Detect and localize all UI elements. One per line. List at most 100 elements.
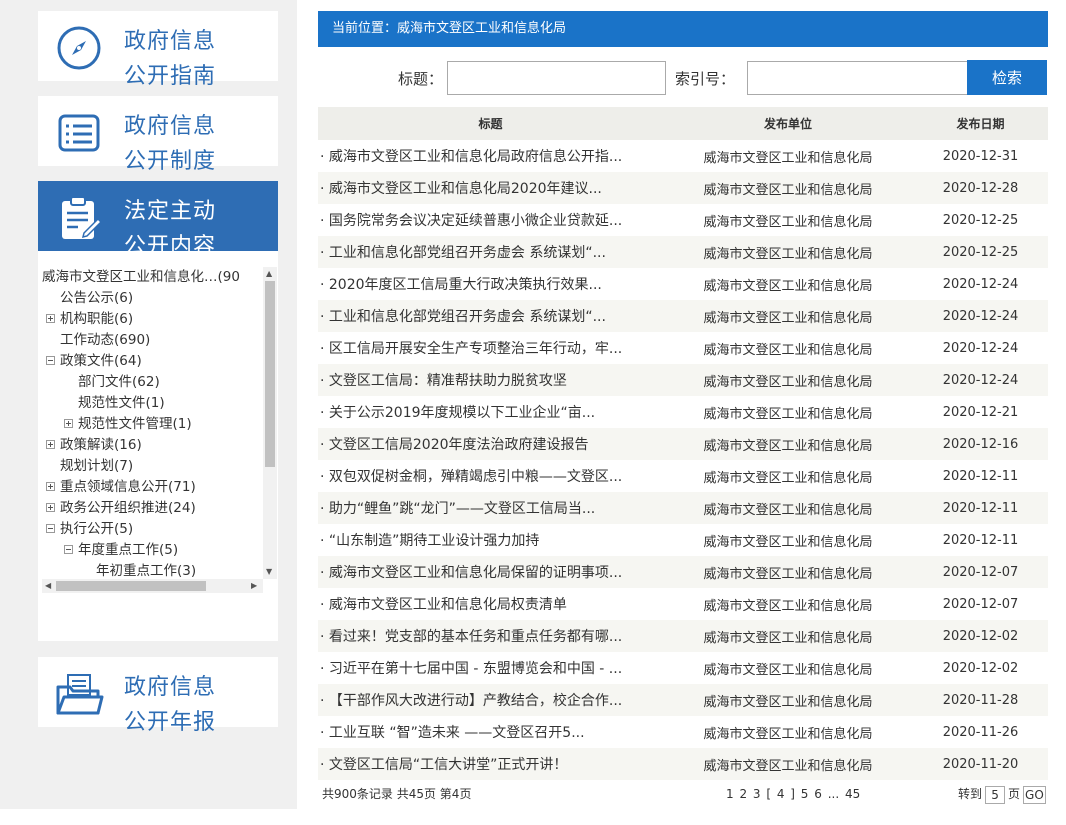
index-search-input[interactable] — [747, 61, 968, 95]
tree-node[interactable]: 规范性文件(1) — [64, 393, 165, 414]
tree-node-label[interactable]: 政务公开组织推进(24) — [60, 500, 196, 516]
expand-icon[interactable] — [46, 313, 55, 323]
row-title-link[interactable]: · “山东制造”期待工业设计强力加持 — [318, 524, 663, 556]
table-row[interactable]: · 2020年度区工信局重大行政决策执行效果... 威海市文登区工业和信息化局 20… — [318, 268, 1048, 300]
nav-card-report[interactable]: 政府信息 公开年报 — [38, 657, 278, 735]
row-title-link[interactable]: · 工业互联 “智”造未来 ——文登区召开5... — [318, 716, 663, 748]
tree-node[interactable]: 重点领域信息公开(71) — [46, 477, 196, 498]
row-title-link[interactable]: · 工业和信息化部党组召开务虚会 系统谋划“... — [318, 236, 663, 268]
tree-node-label[interactable]: 规范性文件(1) — [78, 395, 165, 411]
tree-node-label[interactable]: 年度重点工作(5) — [78, 542, 178, 558]
table-row[interactable]: · 工业互联 “智”造未来 ——文登区召开5... 威海市文登区工业和信息化局 20… — [318, 716, 1048, 748]
tree-node-label[interactable]: 威海市文登区工业和信息化…(90 — [42, 269, 240, 285]
table-row[interactable]: · 工业和信息化部党组召开务虚会 系统谋划“... 威海市文登区工业和信息化局 20… — [318, 300, 1048, 332]
scroll-right-arrow-icon[interactable]: ▶ — [251, 581, 257, 591]
tree-node-label[interactable]: 公告公示(6) — [60, 290, 133, 306]
scroll-left-arrow-icon[interactable]: ◀ — [45, 581, 51, 591]
table-row[interactable]: · 威海市文登区工业和信息化局2020年建议... 威海市文登区工业和信息化局 20… — [318, 172, 1048, 204]
table-row[interactable]: · 文登区工信局：精准帮扶助力脱贫攻坚 威海市文登区工业和信息化局 2020-12-… — [318, 364, 1048, 396]
tree-node[interactable]: 政策解读(16) — [46, 435, 142, 456]
tree-node-label[interactable]: 政策文件(64) — [60, 353, 142, 369]
tree-node[interactable]: 年初重点工作(3) — [82, 561, 196, 579]
table-row[interactable]: · 威海市文登区工业和信息化局保留的证明事项... 威海市文登区工业和信息化局 20… — [318, 556, 1048, 588]
expand-icon[interactable] — [64, 418, 73, 428]
row-title-link[interactable]: · 威海市文登区工业和信息化局权责清单 — [318, 588, 663, 620]
tree-node-label[interactable]: 执行公开(5) — [60, 521, 133, 537]
row-title-link[interactable]: · 助力“鲤鱼”跳“龙门”——文登区工信局当... — [318, 492, 663, 524]
page-jump: 转到 5 页 GO — [958, 780, 1046, 809]
tree-node[interactable]: 政务公开组织推进(24) — [46, 498, 196, 519]
goto-label: 转到 — [958, 787, 983, 801]
row-title-link[interactable]: · 国务院常务会议决定延续普惠小微企业贷款延... — [318, 204, 663, 236]
expand-icon[interactable] — [46, 481, 55, 491]
tree-vscroll-thumb[interactable] — [265, 281, 275, 467]
tree-node-label[interactable]: 部门文件(62) — [78, 374, 160, 390]
nav-card-active[interactable]: 法定主动 公开内容 — [38, 181, 278, 259]
page-links[interactable]: 1 2 3 [ 4 ] 5 6 ... 45 — [726, 780, 860, 809]
row-title-link[interactable]: · 文登区工信局2020年度法治政府建设报告 — [318, 428, 663, 460]
goto-page-input[interactable]: 5 — [985, 785, 1006, 804]
row-title-link[interactable]: · 文登区工信局：精准帮扶助力脱贫攻坚 — [318, 364, 663, 396]
tree-node[interactable]: 执行公开(5) — [46, 519, 133, 540]
table-row[interactable]: · 工业和信息化部党组召开务虚会 系统谋划“... 威海市文登区工业和信息化局 20… — [318, 236, 1048, 268]
tree-node-label[interactable]: 规范性文件管理(1) — [78, 416, 192, 432]
tree-node-label[interactable]: 工作动态(690) — [60, 332, 150, 348]
tree-node[interactable]: 机构职能(6) — [46, 309, 133, 330]
tree-vertical-scrollbar[interactable]: ▲ ▼ — [263, 267, 277, 579]
tree-node-label[interactable]: 规划计划(7) — [60, 458, 133, 474]
scroll-up-arrow-icon[interactable]: ▲ — [266, 269, 272, 279]
row-title-link[interactable]: · 区工信局开展安全生产专项整治三年行动，牢... — [318, 332, 663, 364]
tree-node-label[interactable]: 重点领域信息公开(71) — [60, 479, 196, 495]
tree-node[interactable]: 工作动态(690) — [46, 330, 150, 351]
tree-node[interactable]: 年度重点工作(5) — [64, 540, 178, 561]
row-title-link[interactable]: · 工业和信息化部党组召开务虚会 系统谋划“... — [318, 300, 663, 332]
row-title-link[interactable]: · 关于公示2019年度规模以下工业企业“亩... — [318, 396, 663, 428]
row-title-link[interactable]: · 威海市文登区工业和信息化局2020年建议... — [318, 172, 663, 204]
row-title-link[interactable]: · 双包双促树金桐，殚精竭虑引中粮——文登区... — [318, 460, 663, 492]
tree-node[interactable]: 规范性文件管理(1) — [64, 414, 192, 435]
table-row[interactable]: · 区工信局开展安全生产专项整治三年行动，牢... 威海市文登区工业和信息化局 20… — [318, 332, 1048, 364]
tree-node-label[interactable]: 年初重点工作(3) — [96, 563, 196, 579]
collapse-icon[interactable] — [64, 544, 73, 554]
tree-node[interactable]: 部门文件(62) — [64, 372, 160, 393]
table-row[interactable]: · 文登区工信局“工信大讲堂”正式开讲！ 威海市文登区工业和信息化局 2020-11… — [318, 748, 1048, 780]
row-title-link[interactable]: · 习近平在第十七届中国 - 东盟博览会和中国 - ... — [318, 652, 663, 684]
table-row[interactable]: · 【干部作风大改进行动】产教结合，校企合作... 威海市文登区工业和信息化局 20… — [318, 684, 1048, 716]
tree-horizontal-scrollbar[interactable]: ◀ ▶ — [42, 579, 263, 593]
table-row[interactable]: · 文登区工信局2020年度法治政府建设报告 威海市文登区工业和信息化局 2020-… — [318, 428, 1048, 460]
tree-hscroll-thumb[interactable] — [56, 581, 206, 591]
row-title-link[interactable]: · 文登区工信局“工信大讲堂”正式开讲！ — [318, 748, 663, 780]
table-row[interactable]: · “山东制造”期待工业设计强力加持 威海市文登区工业和信息化局 2020-12-1… — [318, 524, 1048, 556]
table-row[interactable]: · 国务院常务会议决定延续普惠小微企业贷款延... 威海市文登区工业和信息化局 20… — [318, 204, 1048, 236]
row-title-link[interactable]: · 威海市文登区工业和信息化局保留的证明事项... — [318, 556, 663, 588]
row-title-link[interactable]: · 看过来！党支部的基本任务和重点任务都有哪... — [318, 620, 663, 652]
table-row[interactable]: · 助力“鲤鱼”跳“龙门”——文登区工信局当... 威海市文登区工业和信息化局 20… — [318, 492, 1048, 524]
expand-icon[interactable] — [46, 502, 55, 512]
expand-icon[interactable] — [46, 439, 55, 449]
row-title-link[interactable]: · 【干部作风大改进行动】产教结合，校企合作... — [318, 684, 663, 716]
row-unit: 威海市文登区工业和信息化局 — [663, 236, 913, 268]
table-row[interactable]: · 威海市文登区工业和信息化局政府信息公开指... 威海市文登区工业和信息化局 20… — [318, 140, 1048, 172]
category-tree[interactable]: 威海市文登区工业和信息化…(90 公告公示(6) 机构职能(6) 工作动态(690) 政… — [42, 267, 264, 579]
table-row[interactable]: · 双包双促树金桐，殚精竭虑引中粮——文登区... 威海市文登区工业和信息化局 20… — [318, 460, 1048, 492]
tree-node[interactable]: 公告公示(6) — [46, 288, 133, 309]
tree-node[interactable]: 规划计划(7) — [46, 456, 133, 477]
tree-node[interactable]: 威海市文登区工业和信息化…(90 — [42, 267, 240, 288]
table-row[interactable]: · 关于公示2019年度规模以下工业企业“亩... 威海市文登区工业和信息化局 20… — [318, 396, 1048, 428]
row-title-link[interactable]: · 2020年度区工信局重大行政决策执行效果... — [318, 268, 663, 300]
collapse-icon[interactable] — [46, 523, 55, 533]
table-row[interactable]: · 习近平在第十七届中国 - 东盟博览会和中国 - ... 威海市文登区工业和信息… — [318, 652, 1048, 684]
collapse-icon[interactable] — [46, 355, 55, 365]
tree-node-label[interactable]: 政策解读(16) — [60, 437, 142, 453]
nav-card-system[interactable]: 政府信息 公开制度 — [38, 96, 278, 174]
scroll-down-arrow-icon[interactable]: ▼ — [266, 567, 272, 577]
title-search-input[interactable] — [447, 61, 666, 95]
go-button[interactable]: GO — [1023, 785, 1046, 804]
tree-node-label[interactable]: 机构职能(6) — [60, 311, 133, 327]
table-row[interactable]: · 威海市文登区工业和信息化局权责清单 威海市文登区工业和信息化局 2020-12-… — [318, 588, 1048, 620]
row-title-link[interactable]: · 威海市文登区工业和信息化局政府信息公开指... — [318, 140, 663, 172]
nav-card-guide[interactable]: 政府信息 公开指南 — [38, 11, 278, 89]
tree-node[interactable]: 政策文件(64) — [46, 351, 142, 372]
search-button[interactable]: 检索 — [967, 60, 1047, 95]
table-row[interactable]: · 看过来！党支部的基本任务和重点任务都有哪... 威海市文登区工业和信息化局 20… — [318, 620, 1048, 652]
